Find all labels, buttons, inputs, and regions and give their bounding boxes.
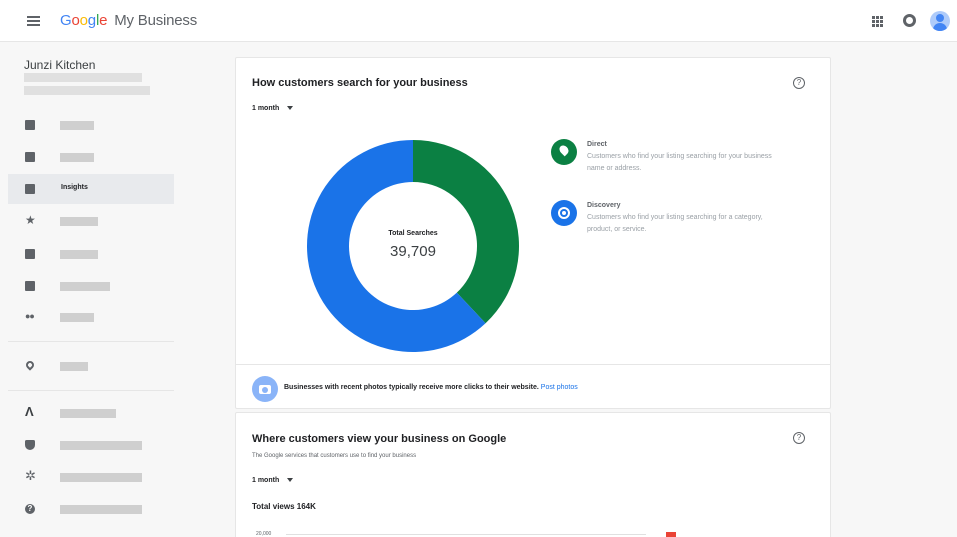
help-icon[interactable]: ? — [793, 432, 805, 444]
sidebar-item-settings[interactable]: ✲ — [8, 462, 174, 492]
sidebar-item-locations[interactable] — [8, 351, 174, 381]
address-placeholder — [24, 86, 150, 95]
app-logo[interactable]: Google My Business — [60, 12, 197, 29]
dashboard-icon — [25, 120, 35, 130]
sidebar-item-help[interactable]: ? — [8, 494, 174, 524]
insights-icon — [25, 184, 35, 194]
location-pin-icon — [25, 361, 35, 371]
divider — [8, 390, 174, 391]
nav-label-placeholder — [60, 505, 142, 514]
post-photos-link[interactable]: Post photos — [541, 384, 578, 391]
star-icon: ★ — [25, 213, 36, 227]
card-title: How customers search for your business — [252, 77, 468, 89]
period-dropdown[interactable]: 1 month — [252, 477, 294, 484]
discovery-legend-icon — [551, 200, 577, 226]
legend-description: Customers who find your listing searchin… — [587, 214, 763, 233]
card-title: Where customers view your business on Go… — [252, 433, 507, 445]
website-icon — [25, 281, 35, 291]
store-icon — [25, 152, 35, 162]
sidebar-item-insights[interactable]: Insights — [8, 174, 174, 204]
ads-icon: Λ — [25, 404, 34, 419]
chevron-down-icon — [287, 478, 294, 483]
business-name: Junzi Kitchen — [24, 58, 96, 72]
nav-label-placeholder — [60, 441, 142, 450]
menu-icon[interactable] — [27, 16, 40, 26]
logo-letter: o — [79, 12, 88, 29]
address-placeholder — [24, 73, 142, 82]
gridline — [286, 534, 646, 535]
donut-center-label: Total Searches — [388, 230, 438, 237]
legend-title: Direct — [587, 141, 607, 148]
donut-center-value: 39,709 — [390, 243, 436, 260]
top-app-bar: Google My Business — [0, 0, 957, 42]
sidebar-item-reviews[interactable]: ★ — [8, 206, 174, 236]
views-insights-card: Where customers view your business on Go… — [235, 412, 831, 537]
sidebar-item-website[interactable] — [8, 271, 174, 301]
search-insights-card: How customers search for your business ?… — [235, 57, 831, 409]
sidebar-item-home[interactable] — [8, 110, 174, 140]
total-views: Total views 164K — [252, 502, 316, 511]
sidebar-item-posts[interactable] — [8, 142, 174, 172]
nav-label-placeholder — [60, 121, 94, 130]
logo-letter: e — [99, 12, 108, 29]
divider — [8, 341, 174, 342]
notifications-icon[interactable] — [903, 14, 916, 27]
nav-label-placeholder — [60, 250, 98, 259]
card-subtitle: The Google services that customers use t… — [252, 453, 417, 459]
sidebar: Junzi Kitchen Insights ★ ●● Λ ✲ ? — [0, 43, 174, 537]
photos-icon — [25, 249, 35, 259]
avatar[interactable] — [930, 11, 950, 31]
gear-icon: ✲ — [25, 468, 36, 483]
apps-grid-icon[interactable] — [872, 16, 883, 27]
nav-label-placeholder — [60, 409, 116, 418]
nav-label-placeholder — [60, 282, 110, 291]
shield-icon — [25, 440, 35, 450]
product-name: My Business — [114, 12, 198, 29]
sidebar-item-ads[interactable]: Λ — [8, 398, 174, 428]
nav-label-placeholder — [60, 217, 98, 226]
period-value: 1 month — [252, 105, 280, 112]
sidebar-item-photos[interactable] — [8, 239, 174, 269]
tip-text: Businesses with recent photos typically … — [284, 384, 578, 391]
direct-legend-icon — [551, 139, 577, 165]
help-icon: ? — [25, 504, 35, 514]
nav-label-placeholder — [60, 362, 88, 371]
nav-label-placeholder — [60, 473, 142, 482]
legend-swatch — [666, 532, 676, 537]
legend-description: Customers who find your listing searchin… — [587, 153, 772, 172]
sidebar-item-label: Insights — [61, 184, 88, 191]
legend-title: Discovery — [587, 202, 621, 209]
chevron-down-icon — [287, 106, 294, 111]
period-dropdown[interactable]: 1 month — [252, 105, 294, 112]
tip-message: Businesses with recent photos typically … — [284, 384, 539, 391]
period-value: 1 month — [252, 477, 280, 484]
nav-label-placeholder — [60, 153, 94, 162]
photo-tip-banner: Businesses with recent photos typically … — [236, 364, 830, 412]
sidebar-item-security[interactable] — [8, 430, 174, 460]
nav-label-placeholder — [60, 313, 94, 322]
help-icon[interactable]: ? — [793, 77, 805, 89]
people-icon: ●● — [25, 311, 35, 321]
y-tick-label: 20,000 — [256, 531, 272, 537]
camera-icon — [252, 376, 278, 402]
logo-letter: G — [60, 12, 72, 29]
logo-letter: o — [71, 12, 80, 29]
logo-letter: g — [87, 12, 96, 29]
sidebar-item-users[interactable]: ●● — [8, 302, 174, 332]
